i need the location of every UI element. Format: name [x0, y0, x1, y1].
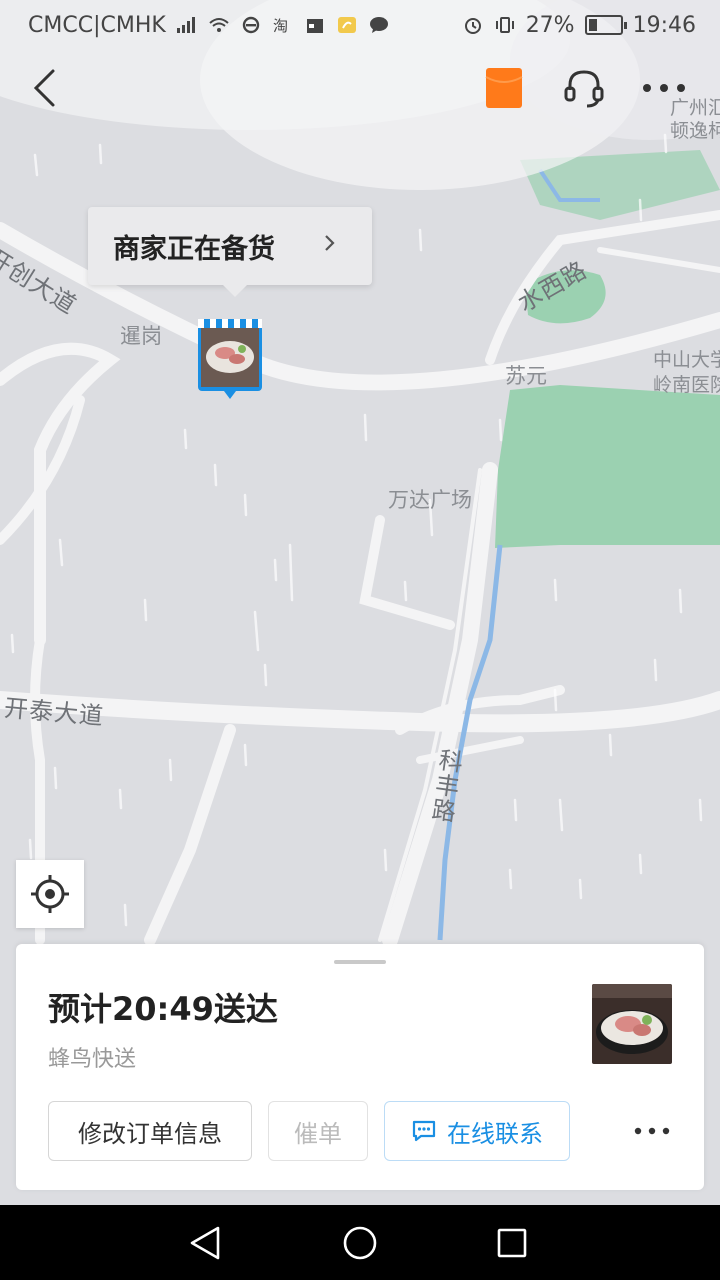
wifi-icon — [209, 18, 229, 32]
online-contact-button[interactable]: 在线联系 — [384, 1101, 570, 1161]
urge-order-button[interactable]: 催单 — [268, 1101, 368, 1161]
chevron-right-icon — [325, 235, 335, 251]
map-label-shiguan: 暹岗 — [120, 324, 162, 348]
customer-service-button[interactable] — [554, 56, 614, 120]
calendar-icon — [306, 19, 323, 33]
app-yellow-icon — [337, 17, 356, 33]
system-recents-button[interactable] — [467, 1205, 557, 1280]
status-bar: CMCC|CMHK 淘 27% 19:46 — [0, 0, 720, 50]
online-contact-label: 在线联系 — [447, 1119, 543, 1148]
vibrate-icon — [495, 17, 514, 33]
carrier-label: CMCC|CMHK — [28, 12, 166, 38]
more-dots-icon — [634, 1127, 670, 1135]
locate-me-button[interactable] — [16, 860, 84, 928]
alarm-icon — [464, 18, 481, 34]
drag-handle[interactable] — [334, 960, 386, 964]
order-status-card: 预计20:49送达 蜂鸟快送 修改订单信息 催单 在线联系 — [16, 944, 704, 1190]
more-dots-icon — [643, 84, 685, 92]
message-bubble-icon — [369, 17, 388, 33]
locate-target-icon — [31, 875, 69, 913]
svg-text:淘: 淘 — [273, 17, 288, 34]
store-pin-icon — [198, 319, 262, 399]
order-status-callout[interactable]: 商家正在备货 — [88, 207, 372, 297]
battery-percent: 27% — [525, 12, 575, 38]
red-packet-button[interactable] — [476, 56, 532, 120]
circle-home-icon — [343, 1226, 377, 1259]
map-label-lingnan: 岭南医院 — [653, 374, 720, 396]
card-more-button[interactable] — [622, 1111, 682, 1151]
triangle-back-icon — [190, 1226, 220, 1259]
back-button[interactable] — [14, 56, 74, 120]
food-thumbnail[interactable] — [592, 984, 672, 1064]
eta-title: 预计20:49送达 — [48, 990, 278, 1028]
signal-icon — [176, 17, 195, 33]
map-label-wanda: 万达广场 — [388, 488, 472, 512]
system-home-button[interactable] — [315, 1205, 405, 1280]
taobao-icon: 淘 — [273, 17, 288, 34]
modify-order-button[interactable]: 修改订单信息 — [48, 1101, 252, 1161]
clock: 19:46 — [632, 12, 696, 38]
map-label-suyuan: 苏元 — [505, 364, 547, 388]
battery-fill — [588, 19, 597, 31]
map-label-zhongshan: 中山大学 — [653, 349, 720, 371]
system-back-button[interactable] — [160, 1205, 250, 1280]
courier-name: 蜂鸟快送 — [48, 1047, 137, 1072]
system-nav-bar — [0, 1205, 720, 1280]
food-image — [592, 984, 672, 1064]
map-label-dunyike: 顿逸柯 — [670, 120, 720, 142]
store-marker[interactable] — [195, 315, 265, 401]
order-status-text: 商家正在备货 — [113, 233, 275, 265]
square-recents-icon — [497, 1228, 527, 1257]
top-nav — [0, 56, 720, 120]
battery-icon — [584, 15, 627, 35]
chat-bubble-icon — [412, 1120, 436, 1142]
browser-e-icon — [242, 16, 259, 34]
back-arrow-icon — [33, 69, 55, 107]
headset-icon — [564, 70, 604, 108]
red-packet-icon — [485, 68, 523, 108]
more-menu-button[interactable] — [634, 56, 694, 120]
